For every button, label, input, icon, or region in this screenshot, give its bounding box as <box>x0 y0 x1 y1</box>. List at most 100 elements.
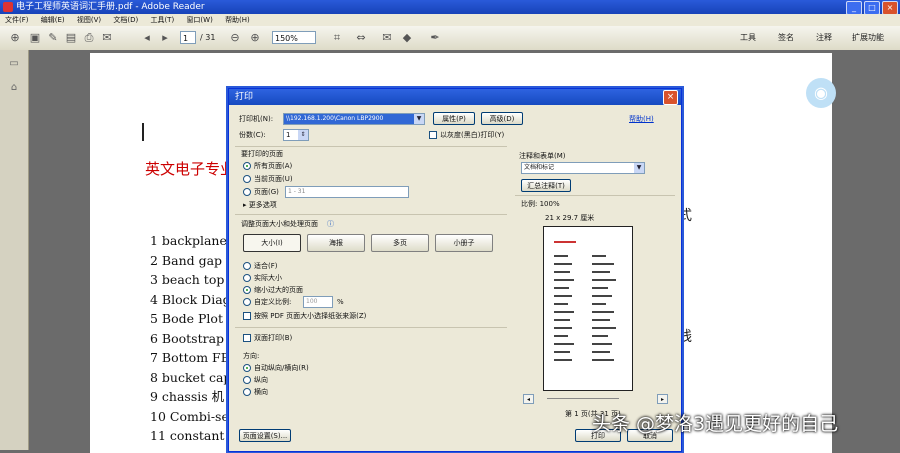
info-icon[interactable]: ⓘ <box>327 219 334 229</box>
custom-scale-input[interactable]: 100 <box>303 296 333 308</box>
toolbar: ⊕ ▣ ✎ ▤ ⎙ ✉ ◂ ▸ 1 / 31 ⊖ ⊕ 150% ⌗ ⇔ ✉ ◆ … <box>0 26 900 51</box>
tools-pane-button[interactable]: 工具 <box>740 32 756 44</box>
pages-icon[interactable]: ▭ <box>8 58 20 70</box>
attachments-icon[interactable]: ⌂ <box>8 82 20 94</box>
portrait-radio[interactable] <box>243 376 251 384</box>
document-title: 英文电子专业 <box>145 160 236 178</box>
preview-line <box>554 271 570 273</box>
adobe-reader-icon <box>3 2 13 12</box>
auto-orientation-label: 自动纵向/横向(R) <box>254 364 309 372</box>
preview-line <box>592 255 606 257</box>
preview-page-slider[interactable] <box>547 398 619 399</box>
sign-pane-button[interactable]: 签名 <box>778 32 794 44</box>
copies-stepper[interactable]: 1 ⇕ <box>283 129 309 141</box>
fit-radio[interactable] <box>243 262 251 270</box>
preview-line <box>554 279 574 281</box>
shrink-oversized-radio[interactable] <box>243 286 251 294</box>
poster-button[interactable]: 海报 <box>307 234 365 252</box>
create-pdf-icon[interactable]: ▣ <box>28 31 42 45</box>
pdf-paper-source-checkbox[interactable] <box>243 312 251 320</box>
list-item: 6 Bootstrap <box>150 330 225 346</box>
custom-scale-radio[interactable] <box>243 298 251 306</box>
duplex-checkbox[interactable] <box>243 334 251 342</box>
printer-select[interactable]: \\192.168.1.200\Canon LBP2900 ▼ <box>283 113 425 125</box>
page-number-input[interactable]: 1 <box>180 31 196 44</box>
all-pages-label: 所有页面(A) <box>254 162 293 170</box>
menu-bar: 文件(F) 编辑(E) 视图(V) 文档(D) 工具(T) 窗口(W) 帮助(H… <box>0 14 900 26</box>
preview-line <box>554 351 570 353</box>
previous-page-icon[interactable]: ◂ <box>140 31 154 45</box>
comments-forms-select[interactable]: 文档和标记 ▼ <box>521 162 645 174</box>
help-link[interactable]: 帮助(H) <box>629 114 654 124</box>
next-preview-button[interactable]: ▸ <box>657 394 668 404</box>
preview-line <box>554 303 568 305</box>
zoom-in-icon[interactable]: ⊕ <box>248 31 262 45</box>
email-icon[interactable]: ✉ <box>100 31 114 45</box>
menu-window[interactable]: 窗口(W) <box>181 14 217 26</box>
menu-file[interactable]: 文件(F) <box>0 14 34 26</box>
preview-line <box>592 303 606 305</box>
auto-orientation-radio[interactable] <box>243 364 251 372</box>
advanced-button[interactable]: 高级(D) <box>481 112 523 125</box>
multiple-button[interactable]: 多页 <box>371 234 429 252</box>
grayscale-checkbox[interactable] <box>429 131 437 139</box>
all-pages-radio[interactable] <box>243 162 251 170</box>
current-page-radio[interactable] <box>243 175 251 183</box>
preview-line <box>592 263 614 265</box>
fit-page-icon[interactable]: ⌗ <box>330 31 344 45</box>
properties-button[interactable]: 属性(P) <box>433 112 475 125</box>
page-setup-button[interactable]: 页面设置(S)... <box>239 429 291 442</box>
divider <box>235 146 507 147</box>
dialog-title-bar: 打印 × <box>229 89 681 105</box>
printer-label: 打印机(N): <box>239 115 274 123</box>
comments-forms-value: 文档和标记 <box>524 164 555 171</box>
save-icon[interactable]: ▤ <box>64 31 78 45</box>
maximize-button[interactable]: □ <box>864 1 880 15</box>
page-range-radio[interactable] <box>243 188 251 196</box>
summarize-comments-button[interactable]: 汇总注释(T) <box>521 179 571 192</box>
comment-pane-button[interactable]: 注释 <box>816 32 832 44</box>
sizing-label: 调整页面大小和处理页面 <box>241 220 318 228</box>
fit-width-icon[interactable]: ⇔ <box>354 31 368 45</box>
print-icon[interactable]: ⎙ <box>82 31 96 45</box>
zoom-out-icon[interactable]: ⊖ <box>228 31 242 45</box>
landscape-radio[interactable] <box>243 388 251 396</box>
menu-view[interactable]: 视图(V) <box>72 14 106 26</box>
preview-line <box>592 271 610 273</box>
list-item: 3 beach top ( <box>150 272 234 287</box>
zoom-select[interactable]: 150% <box>272 31 316 44</box>
menu-help[interactable]: 帮助(H) <box>220 14 255 26</box>
open-icon[interactable]: ⊕ <box>8 31 22 45</box>
sign-pen-icon[interactable]: ✒ <box>428 31 442 45</box>
divider <box>235 327 507 328</box>
comment-icon[interactable]: ✉ <box>380 31 394 45</box>
close-window-button[interactable]: × <box>882 1 898 15</box>
preview-line <box>592 311 614 313</box>
menu-tools[interactable]: 工具(T) <box>145 14 179 26</box>
extend-pane-button[interactable]: 扩展功能 <box>852 32 884 44</box>
page-range-input[interactable]: 1 - 31 <box>285 186 409 198</box>
dialog-close-button[interactable]: × <box>663 90 678 105</box>
dialog-title: 打印 <box>235 92 254 102</box>
list-item: 2 Band gap v <box>150 252 234 268</box>
preview-line <box>554 311 574 313</box>
window-controls: _ □ × <box>846 1 898 15</box>
size-button[interactable]: 大小(I) <box>243 234 301 252</box>
edit-icon[interactable]: ✎ <box>46 31 60 45</box>
highlight-icon[interactable]: ◆ <box>400 31 414 45</box>
next-page-icon[interactable]: ▸ <box>158 31 172 45</box>
grayscale-label: 以灰度(黑白)打印(Y) <box>440 131 505 139</box>
glossary-list: 1 backplane 2 Band gap v 3 beach top ( 4… <box>150 231 235 446</box>
menu-document[interactable]: 文档(D) <box>108 14 143 26</box>
fit-label: 适合(F) <box>254 262 278 270</box>
booklet-button[interactable]: 小册子 <box>435 234 493 252</box>
menu-edit[interactable]: 编辑(E) <box>36 14 70 26</box>
preview-line <box>592 343 612 345</box>
previous-preview-button[interactable]: ◂ <box>523 394 534 404</box>
actual-size-radio[interactable] <box>243 274 251 282</box>
copies-value: 1 <box>286 131 291 139</box>
pdf-paper-source-label: 按照 PDF 页面大小选择纸张来源(Z) <box>254 312 367 320</box>
chevron-down-icon: ▼ <box>414 114 424 124</box>
more-options-toggle[interactable]: ▸ 更多选项 <box>243 200 277 210</box>
minimize-button[interactable]: _ <box>846 1 862 15</box>
